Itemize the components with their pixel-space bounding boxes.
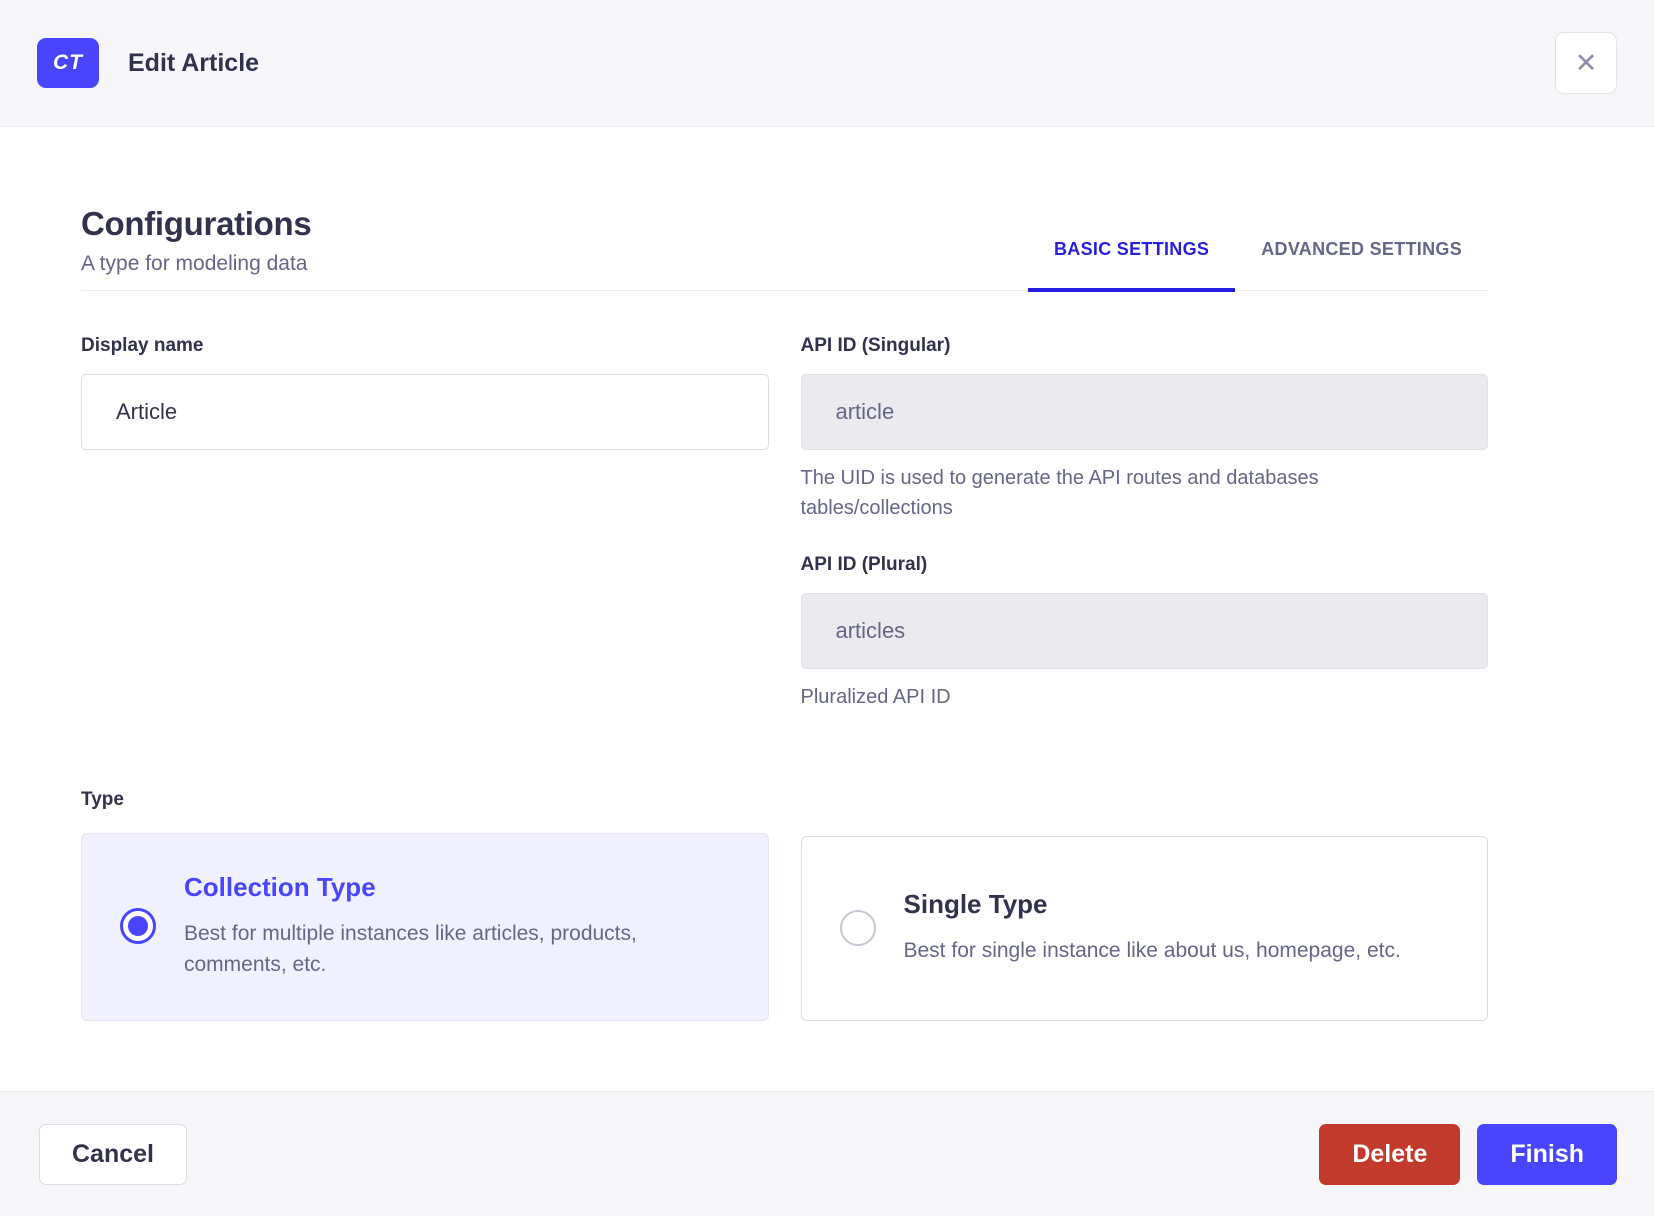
tab-basic-settings[interactable]: BASIC SETTINGS xyxy=(1028,239,1236,292)
single-type-title: Single Type xyxy=(903,889,1048,919)
radio-selected-dot-icon xyxy=(128,916,148,936)
content-type-badge-label: CT xyxy=(53,51,83,74)
single-type-description: Best for single instance like about us, … xyxy=(903,939,1401,962)
api-id-singular-input xyxy=(800,374,1488,450)
right-column: API ID (Singular) The UID is used to gen… xyxy=(800,335,1488,712)
single-type-card[interactable]: Single Type Best for single instance lik… xyxy=(800,836,1488,1021)
api-id-singular-hint: The UID is used to generate the API rout… xyxy=(800,467,1319,519)
collection-type-title: Collection Type xyxy=(184,872,376,902)
collection-type-radio[interactable] xyxy=(120,908,156,944)
tab-advanced-settings[interactable]: ADVANCED SETTINGS xyxy=(1235,239,1488,292)
modal-body: Configurations A type for modeling data … xyxy=(0,127,1654,1091)
single-type-text: Single Type Best for single instance lik… xyxy=(904,889,1448,966)
modal-title: Edit Article xyxy=(128,48,260,77)
config-titles: Configurations A type for modeling data xyxy=(81,205,312,290)
modal-footer: Cancel Delete Finish xyxy=(0,1091,1654,1216)
api-id-plural-label: API ID (Plural) xyxy=(800,554,928,575)
edit-article-modal: CT Edit Article ✕ Configurations A type … xyxy=(0,0,1654,1216)
collection-type-card[interactable]: Collection Type Best for multiple instan… xyxy=(81,833,769,1021)
display-name-field: Display name xyxy=(81,335,769,450)
api-id-singular-field: API ID (Singular) The UID is used to gen… xyxy=(800,335,1488,523)
delete-button[interactable]: Delete xyxy=(1319,1123,1461,1185)
type-label: Type xyxy=(81,789,124,810)
settings-tabs: BASIC SETTINGS ADVANCED SETTINGS xyxy=(1028,239,1488,292)
type-options: Collection Type Best for multiple instan… xyxy=(81,833,1488,1021)
type-section: Type Collection Type Best for multiple i… xyxy=(81,789,1488,1021)
api-id-plural-input xyxy=(800,593,1488,669)
footer-actions: Delete Finish xyxy=(1319,1123,1617,1185)
finish-button[interactable]: Finish xyxy=(1477,1123,1617,1185)
close-button[interactable]: ✕ xyxy=(1555,32,1617,94)
api-id-plural-hint: Pluralized API ID xyxy=(800,686,951,708)
config-header: Configurations A type for modeling data … xyxy=(81,205,1488,292)
api-id-singular-label: API ID (Singular) xyxy=(800,335,951,356)
page-subtitle: A type for modeling data xyxy=(81,252,308,275)
page-title: Configurations xyxy=(81,205,312,242)
api-id-plural-field: API ID (Plural) Pluralized API ID xyxy=(800,554,1488,712)
fields-grid: Display name API ID (Singular) The UID i… xyxy=(81,335,1488,712)
left-column: Display name xyxy=(81,335,769,712)
single-type-radio[interactable] xyxy=(839,909,876,946)
collection-type-description: Best for multiple instances like article… xyxy=(184,922,637,976)
display-name-label: Display name xyxy=(81,335,204,356)
content-type-badge: CT xyxy=(37,38,99,88)
modal-header: CT Edit Article ✕ xyxy=(0,0,1654,127)
close-icon: ✕ xyxy=(1574,47,1598,78)
collection-type-text: Collection Type Best for multiple instan… xyxy=(184,872,728,980)
display-name-input[interactable] xyxy=(81,374,769,450)
cancel-button[interactable]: Cancel xyxy=(39,1123,187,1185)
